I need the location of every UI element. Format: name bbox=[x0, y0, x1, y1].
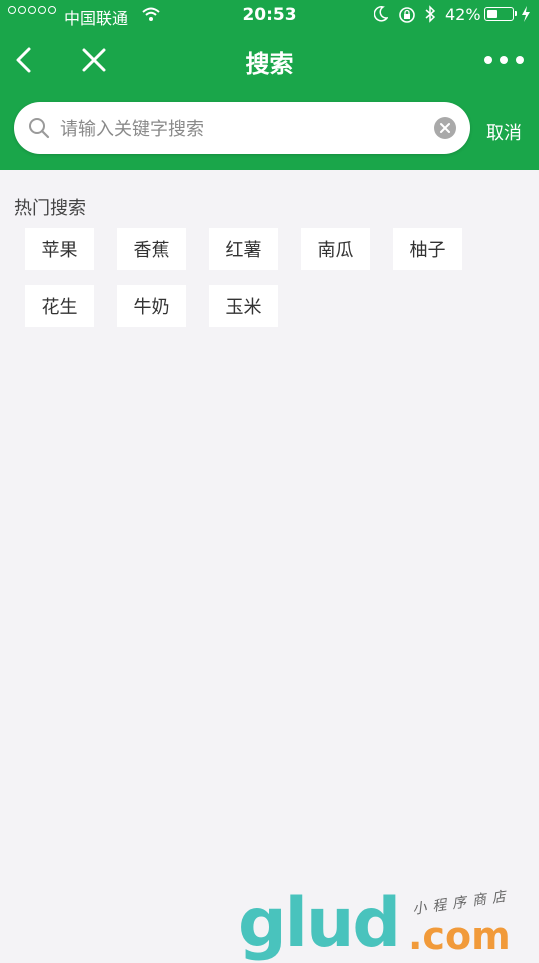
watermark-logo: glud bbox=[238, 884, 401, 963]
search-input[interactable] bbox=[58, 110, 432, 148]
hot-search-tag[interactable]: 牛奶 bbox=[117, 285, 186, 327]
hot-search-tag[interactable]: 苹果 bbox=[25, 228, 94, 270]
hot-search-tag[interactable]: 香蕉 bbox=[117, 228, 186, 270]
clear-input-icon[interactable] bbox=[434, 117, 456, 139]
search-icon bbox=[29, 118, 50, 139]
bluetooth-icon bbox=[425, 5, 436, 23]
battery-icon bbox=[484, 7, 517, 21]
search-bar bbox=[14, 102, 470, 154]
watermark: glud .com 小程序商店 bbox=[238, 888, 538, 960]
hot-search-tag[interactable]: 南瓜 bbox=[301, 228, 370, 270]
header: 中国联通 20:53 42% 搜索 请输入关键字搜索 取消 bbox=[0, 0, 539, 170]
hot-search-tags: 苹果 香蕉 红薯 南瓜 柚子 花生 牛奶 玉米 bbox=[25, 228, 505, 327]
page-title: 搜索 bbox=[245, 50, 294, 78]
cancel-button[interactable]: 取消 bbox=[486, 119, 522, 145]
status-bar: 中国联通 20:53 42% bbox=[0, 0, 539, 30]
hot-search-tag[interactable]: 红薯 bbox=[209, 228, 278, 270]
more-menu-icon[interactable] bbox=[484, 52, 524, 68]
rotation-lock-icon bbox=[399, 7, 415, 23]
hot-search-heading: 热门搜索 bbox=[14, 198, 86, 219]
watermark-domain: .com bbox=[408, 914, 511, 958]
charging-bolt-icon bbox=[522, 6, 530, 22]
hot-search-tag[interactable]: 玉米 bbox=[209, 285, 278, 327]
hot-search-tag[interactable]: 花生 bbox=[25, 285, 94, 327]
battery-percent: 42% bbox=[445, 5, 481, 24]
hot-search-tag[interactable]: 柚子 bbox=[393, 228, 462, 270]
do-not-disturb-moon-icon bbox=[374, 6, 388, 22]
